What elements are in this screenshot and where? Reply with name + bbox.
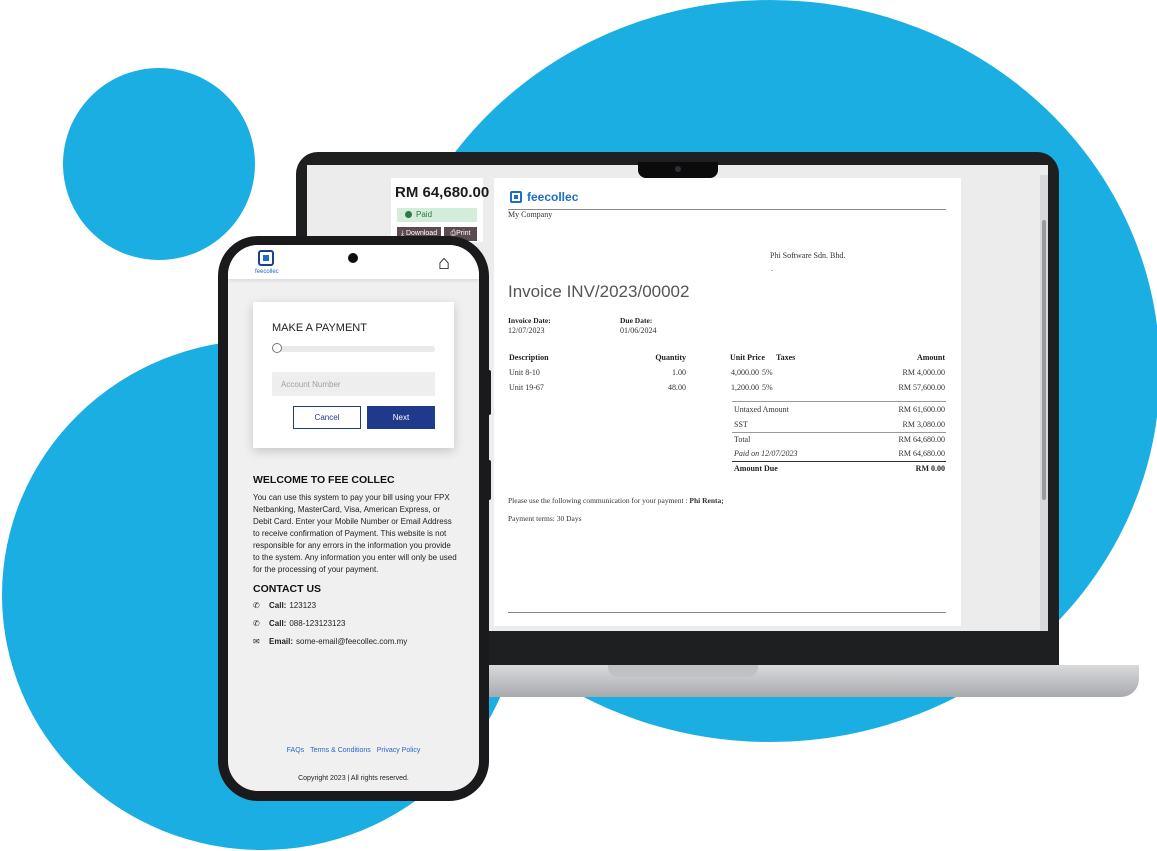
total-label: Total: [734, 435, 751, 444]
phone-icon: ✆: [253, 601, 260, 610]
contact-email[interactable]: ✉ Email: some-email@feecollec.com.my: [253, 637, 407, 646]
sst-label: SST: [734, 420, 748, 429]
payment-terms: Payment terms: 30 Days: [508, 514, 582, 523]
total-amount: RM 64,680.00: [898, 435, 945, 444]
line-2-unit-price: 1,200.00: [731, 383, 759, 392]
phone-icon: ✆: [253, 619, 260, 628]
payment-title: MAKE A PAYMENT: [272, 322, 367, 334]
due-date: 01/06/2024: [620, 326, 657, 335]
next-button[interactable]: Next: [367, 406, 435, 429]
contact-call-1-value: 123123: [289, 601, 317, 610]
untaxed-amount: RM 61,600.00: [898, 405, 945, 414]
totals-divider-top: [732, 401, 946, 402]
payment-progress-knob: [272, 343, 282, 353]
contact-call-2[interactable]: ✆ Call: 088-123123123: [253, 619, 345, 628]
faqs-link[interactable]: FAQs: [287, 747, 305, 754]
privacy-link[interactable]: Privacy Policy: [377, 747, 421, 754]
contact-title: CONTACT US: [253, 583, 322, 595]
laptop-camera: [675, 166, 681, 172]
footer-links: FAQs Terms & Conditions Privacy Policy: [228, 747, 479, 754]
summary-total: RM 64,680.00: [395, 184, 490, 201]
copyright: Copyright 2023 | All rights reserved.: [298, 775, 409, 782]
laptop-opening-notch: [608, 665, 758, 677]
contact-call-1-label: Call:: [269, 601, 287, 610]
line-2-amount: RM 57,600.00: [898, 383, 945, 392]
paid-status-badge: Paid: [397, 208, 477, 222]
phone-screen: feecollec ⌂ MAKE A PAYMENT Cancel Next W…: [228, 245, 479, 791]
paid-on-label: Paid on 12/07/2023: [734, 449, 798, 458]
scrollbar-thumb[interactable]: [1042, 220, 1046, 500]
company-name: My Company: [508, 210, 553, 219]
check-circle-icon: [405, 211, 412, 218]
communication-note: Please use the following communication f…: [508, 496, 724, 505]
invoice-brand: feecollec: [527, 190, 579, 204]
phone-power-button: [487, 460, 491, 500]
terms-link[interactable]: Terms & Conditions: [310, 747, 371, 754]
envelope-icon: ✉: [253, 637, 260, 646]
col-description: Description: [509, 353, 549, 362]
contact-call-2-label: Call:: [269, 619, 287, 628]
partner-name: Phi Software Sdn. Bhd.: [770, 251, 846, 260]
line-2-description: Unit 19-67: [509, 383, 544, 392]
print-label: Print: [456, 230, 471, 237]
home-icon[interactable]: ⌂: [438, 253, 450, 273]
totals-divider-bottom: [732, 461, 946, 462]
footer-divider: [508, 612, 946, 613]
invoice-date-label: Invoice Date:: [508, 316, 551, 325]
paid-status-label: Paid: [416, 210, 433, 219]
untaxed-label: Untaxed Amount: [734, 405, 789, 414]
phone-brand: feecollec: [255, 269, 279, 275]
phone-header: feecollec ⌂: [228, 245, 479, 279]
invoice-date: 12/07/2023: [508, 326, 545, 335]
communication-label: Please use the following communication f…: [508, 496, 688, 505]
payment-card: MAKE A PAYMENT Cancel Next: [253, 302, 454, 448]
contact-call-1[interactable]: ✆ Call: 123123: [253, 601, 316, 610]
line-2-taxes: 5%: [762, 383, 773, 392]
phone-volume-button: [487, 370, 491, 415]
amount-due-label: Amount Due: [734, 464, 778, 473]
feecollec-logo-icon: [510, 191, 522, 203]
communication-value: Phi Renta;: [689, 496, 724, 505]
welcome-text: You can use this system to pay your bill…: [253, 493, 457, 574]
phone-camera: [348, 253, 358, 263]
col-taxes: Taxes: [776, 353, 796, 362]
line-1-quantity: 1.00: [672, 368, 686, 377]
line-1-taxes: 5%: [762, 368, 773, 377]
line-1-unit-price: 4,000.00: [731, 368, 759, 377]
contact-email-label: Email:: [269, 637, 294, 646]
line-2-quantity: 48.00: [668, 383, 686, 392]
contact-call-2-value: 088-123123123: [289, 619, 346, 628]
contact-email-value: some-email@feecollec.com.my: [296, 637, 408, 646]
feecollec-logo-icon[interactable]: [258, 250, 274, 266]
due-date-label: Due Date:: [620, 316, 653, 325]
col-quantity: Quantity: [655, 353, 686, 362]
col-unit-price: Unit Price: [730, 353, 765, 362]
invoice-document: feecollec My Company Phi Software Sdn. B…: [494, 178, 961, 626]
sst-amount: RM 3,080.00: [902, 420, 945, 429]
header-divider: [508, 209, 946, 210]
line-1-description: Unit 8-10: [509, 368, 540, 377]
line-1-amount: RM 4,000.00: [902, 368, 945, 377]
account-number-input[interactable]: [272, 372, 435, 396]
amount-due: RM 0.00: [915, 464, 945, 473]
payment-progress-track: [272, 346, 435, 352]
welcome-title: WELCOME TO FEE COLLEC: [253, 474, 395, 486]
invoice-title: Invoice INV/2023/00002: [508, 282, 690, 301]
col-amount: Amount: [916, 353, 945, 362]
paid-amount: RM 64,680.00: [898, 449, 945, 458]
totals-divider-mid: [732, 432, 946, 433]
partner-address: .: [771, 264, 773, 273]
cancel-button[interactable]: Cancel: [293, 406, 361, 429]
decor-circle-small: [63, 68, 255, 260]
